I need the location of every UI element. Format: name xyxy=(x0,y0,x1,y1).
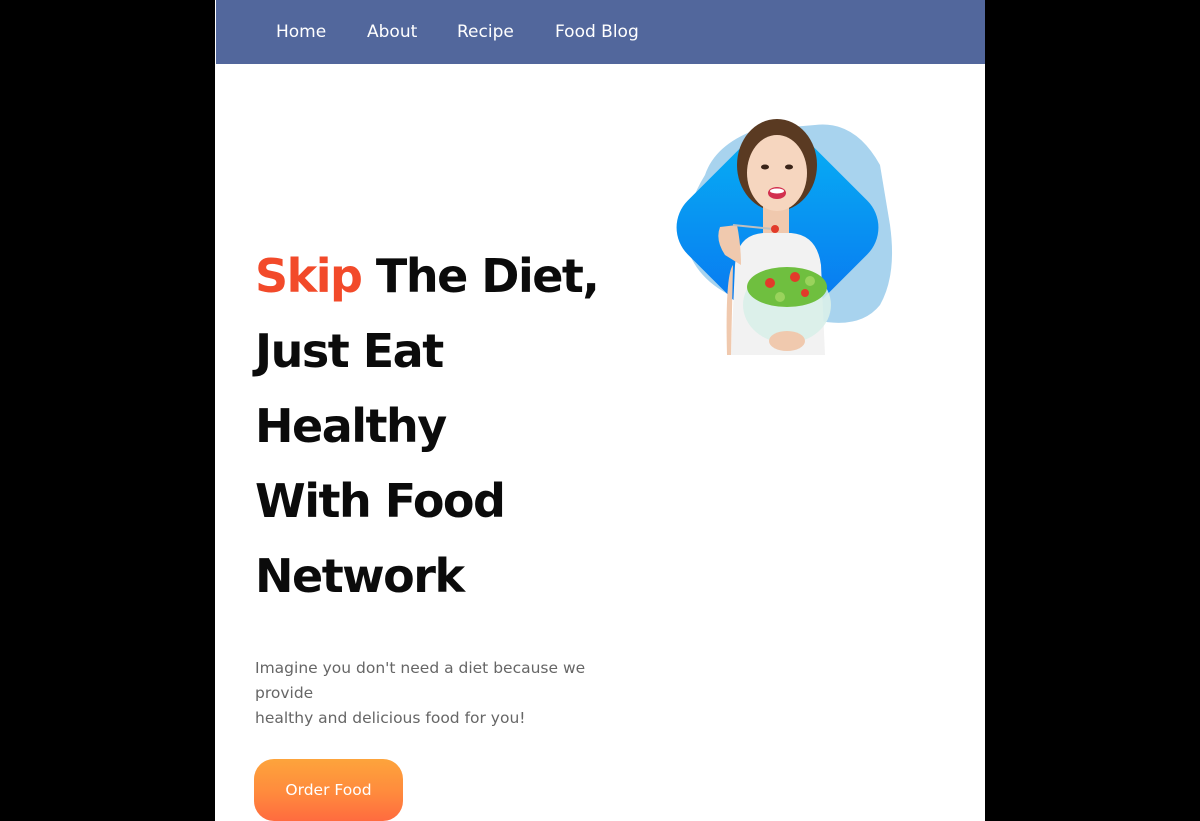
nav-link-about[interactable]: About xyxy=(367,20,417,44)
hero-title-line-1: Skip The Diet, xyxy=(255,239,615,314)
page: Home About Recipe Food Blog Skip The Die… xyxy=(215,0,985,821)
hero-title-highlight: Skip xyxy=(255,249,363,303)
hero-title-line-1-rest: The Diet, xyxy=(361,249,600,303)
hero-title-line-5: Network xyxy=(255,549,465,603)
hero-description-line-1: Imagine you don't need a diet because we xyxy=(255,659,586,677)
hero-title: Skip The Diet, Just Eat Healthy With Foo… xyxy=(255,239,615,614)
hero-description-line-3: healthy and delicious food for you! xyxy=(255,709,526,727)
hero-description: Imagine you don't need a diet because we… xyxy=(255,656,615,731)
nav-link-recipe[interactable]: Recipe xyxy=(457,20,514,44)
nav-link-food-blog[interactable]: Food Blog xyxy=(555,20,639,44)
order-food-button[interactable]: Order Food xyxy=(254,759,403,821)
woman-eating-salad-image xyxy=(676,119,893,355)
navbar: Home About Recipe Food Blog xyxy=(216,0,985,64)
hero-title-line-2: Just Eat xyxy=(255,324,444,378)
hero-title-line-3: Healthy xyxy=(255,399,447,453)
hero-title-line-4: With Food xyxy=(255,474,506,528)
hero-description-line-2: provide xyxy=(255,684,314,702)
nav-link-home[interactable]: Home xyxy=(276,20,326,44)
